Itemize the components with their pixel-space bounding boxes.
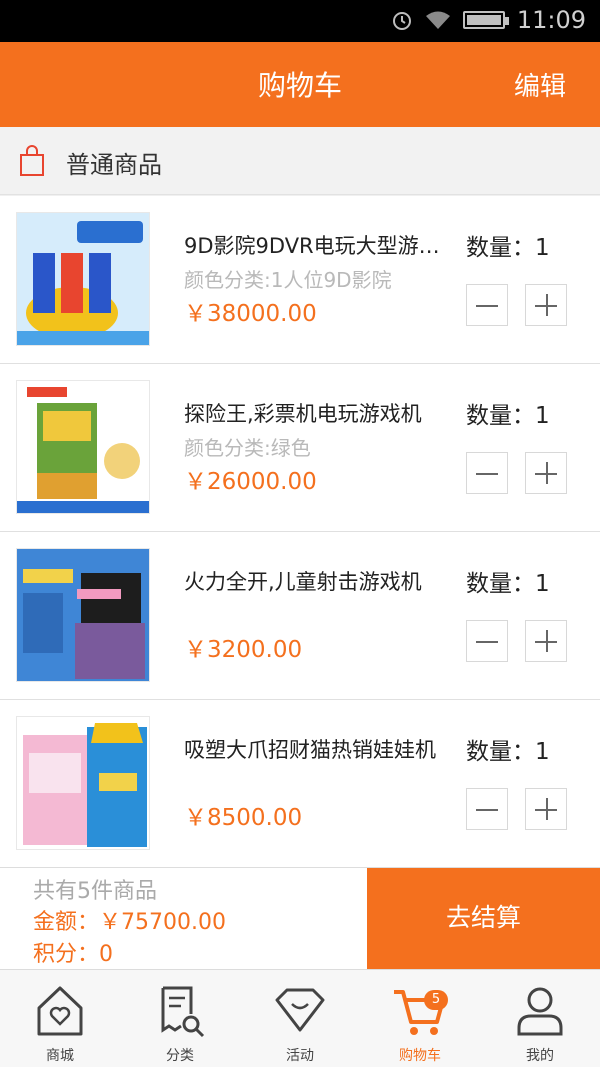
product-image[interactable] bbox=[16, 212, 150, 346]
decrease-quantity-button[interactable] bbox=[466, 620, 508, 662]
increase-quantity-button[interactable] bbox=[525, 284, 567, 326]
product-price: ￥38000.00 bbox=[184, 301, 317, 327]
checkout-bar: 共有5件商品 金额：￥75700.00 积分：0 去结算 bbox=[0, 867, 600, 970]
alarm-icon bbox=[392, 12, 411, 30]
header: 购物车 编辑 bbox=[0, 42, 600, 127]
product-name[interactable]: 探险王,彩票机电玩游戏机 bbox=[184, 398, 444, 428]
product-price: ￥3200.00 bbox=[184, 637, 303, 663]
product-name[interactable]: 9D影院9DVR电玩大型游戏机 bbox=[184, 230, 444, 260]
cart-item: 火力全开,儿童射击游戏机 ￥3200.00 数量：1 bbox=[0, 532, 600, 700]
shopping-bag-icon bbox=[20, 145, 44, 176]
diamond-icon bbox=[275, 988, 325, 1032]
quantity-label: 数量：1 bbox=[466, 235, 550, 261]
cart-item: 9D影院9DVR电玩大型游戏机 颜色分类:1人位9D影院 ￥38000.00 数… bbox=[0, 196, 600, 364]
home-heart-icon bbox=[37, 986, 83, 1036]
tab-label: 购物车 bbox=[399, 1048, 441, 1064]
product-name[interactable]: 吸塑大爪招财猫热销娃娃机 bbox=[184, 734, 444, 764]
section-label: 普通商品 bbox=[66, 151, 162, 179]
edit-button[interactable]: 编辑 bbox=[514, 66, 566, 103]
bottom-tab-bar: 商城 分类 活动 5 购物车 我的 bbox=[0, 969, 600, 1067]
points: 积分：0 bbox=[33, 942, 113, 967]
quantity-label: 数量：1 bbox=[466, 571, 550, 597]
quantity-label: 数量：1 bbox=[466, 403, 550, 429]
cart-item: 吸塑大爪招财猫热销娃娃机 ￥8500.00 数量：1 bbox=[0, 700, 600, 868]
product-name[interactable]: 火力全开,儿童射击游戏机 bbox=[184, 566, 444, 596]
wifi-icon bbox=[425, 11, 450, 29]
cart-item: 探险王,彩票机电玩游戏机 颜色分类:绿色 ￥26000.00 数量：1 bbox=[0, 364, 600, 532]
product-image[interactable] bbox=[16, 380, 150, 514]
status-bar: 11:09 bbox=[0, 0, 600, 42]
product-image[interactable] bbox=[16, 548, 150, 682]
battery-icon bbox=[462, 11, 509, 29]
decrease-quantity-button[interactable] bbox=[466, 788, 508, 830]
tab-category[interactable]: 分类 bbox=[120, 970, 240, 1067]
quantity-label: 数量：1 bbox=[466, 739, 550, 765]
total-amount: 金额：￥75700.00 bbox=[33, 910, 226, 935]
item-count: 共有5件商品 bbox=[33, 879, 157, 904]
tab-cart[interactable]: 5 购物车 bbox=[360, 970, 480, 1067]
user-icon bbox=[517, 987, 563, 1036]
tab-mall[interactable]: 商城 bbox=[0, 970, 120, 1067]
increase-quantity-button[interactable] bbox=[525, 788, 567, 830]
product-image[interactable] bbox=[16, 716, 150, 850]
product-spec: 颜色分类:1人位9D影院 bbox=[184, 268, 392, 292]
tab-activity[interactable]: 活动 bbox=[240, 970, 360, 1067]
checkout-button[interactable]: 去结算 bbox=[367, 868, 600, 970]
increase-quantity-button[interactable] bbox=[525, 452, 567, 494]
cart-badge: 5 bbox=[424, 990, 448, 1010]
page-title: 购物车 bbox=[257, 69, 342, 102]
tab-mine[interactable]: 我的 bbox=[480, 970, 600, 1067]
increase-quantity-button[interactable] bbox=[525, 620, 567, 662]
status-time: 11:09 bbox=[516, 6, 586, 34]
product-price: ￥8500.00 bbox=[184, 805, 303, 831]
decrease-quantity-button[interactable] bbox=[466, 452, 508, 494]
receipt-search-icon bbox=[161, 986, 205, 1038]
decrease-quantity-button[interactable] bbox=[466, 284, 508, 326]
section-header: 普通商品 bbox=[0, 127, 600, 195]
cart-list: 9D影院9DVR电玩大型游戏机 颜色分类:1人位9D影院 ￥38000.00 数… bbox=[0, 196, 600, 868]
product-spec: 颜色分类:绿色 bbox=[184, 436, 311, 460]
tab-label: 分类 bbox=[166, 1048, 194, 1064]
tab-label: 商城 bbox=[46, 1048, 74, 1064]
product-price: ￥26000.00 bbox=[184, 469, 317, 495]
tab-label: 我的 bbox=[526, 1048, 554, 1064]
tab-label: 活动 bbox=[286, 1048, 314, 1064]
